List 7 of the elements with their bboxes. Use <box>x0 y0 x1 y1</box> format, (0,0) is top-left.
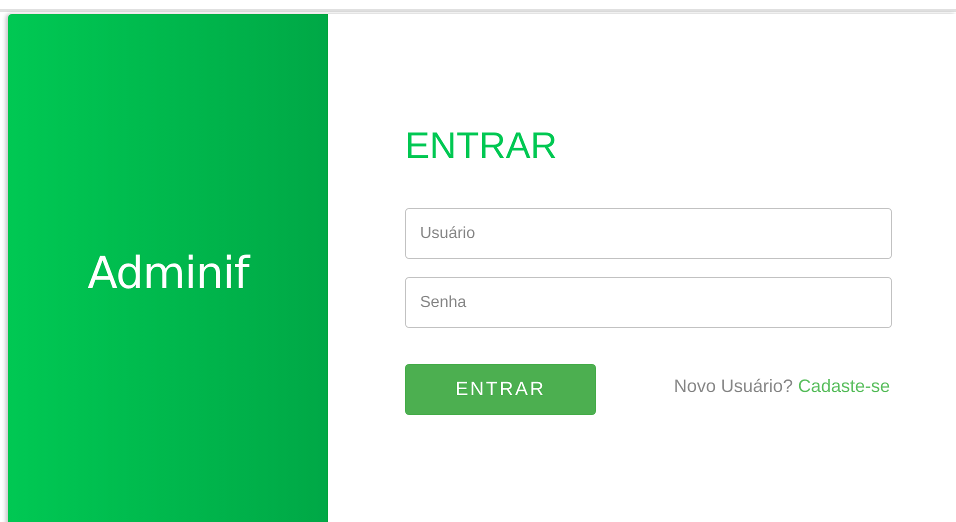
signup-link[interactable]: Cadaste-se <box>798 376 890 396</box>
signup-prompt: Novo Usuário? Cadaste-se <box>674 376 890 397</box>
logo: Adminif <box>88 248 248 299</box>
login-button[interactable]: ENTRAR <box>405 364 596 415</box>
login-title: ENTRAR <box>405 124 558 168</box>
input-field[interactable]: Senha <box>405 277 892 328</box>
input-field[interactable]: Usuário <box>405 208 892 259</box>
